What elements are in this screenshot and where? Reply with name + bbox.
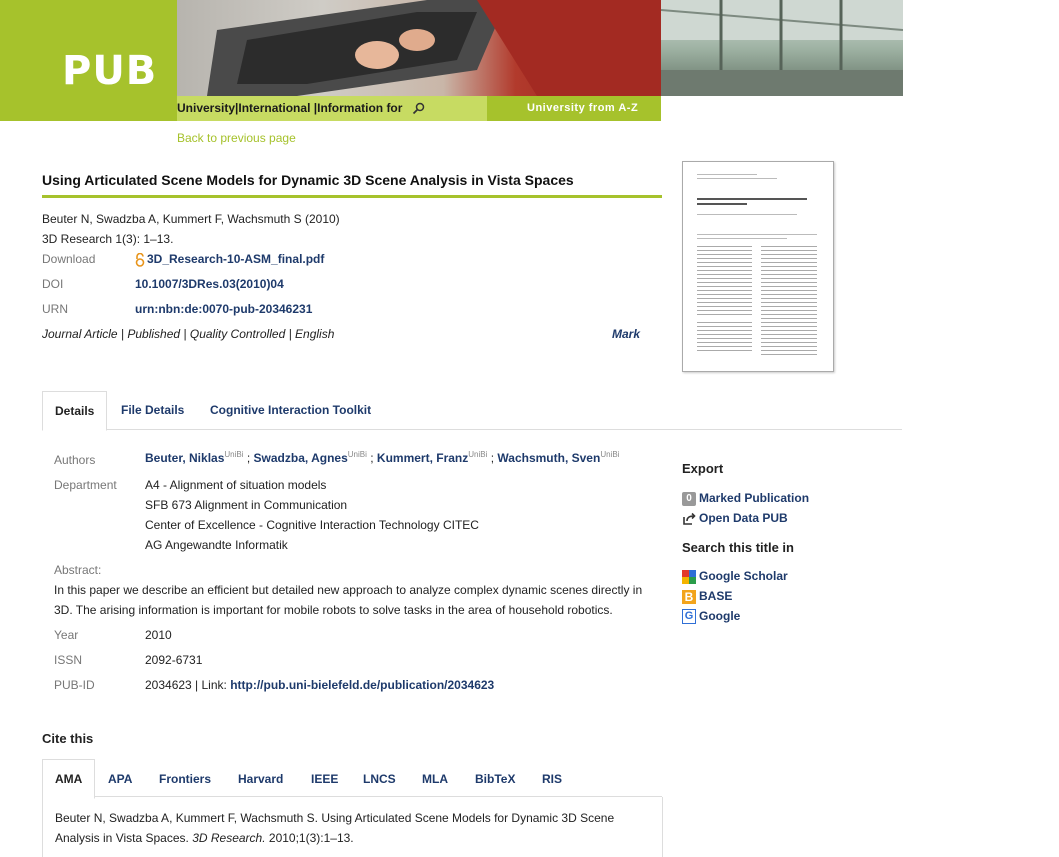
logo-text: PUB — [62, 48, 158, 94]
cite-tab-lncs[interactable]: LNCS — [363, 772, 396, 786]
publication-status: Journal Article | Published | Quality Co… — [42, 327, 335, 341]
urn-link[interactable]: urn:nbn:de:0070-pub-20346231 — [135, 302, 312, 316]
tab-details-label: Details — [55, 404, 95, 418]
back-link[interactable]: Back to previous page — [177, 131, 296, 145]
download-label: Download — [42, 252, 96, 266]
tab-file-details[interactable]: File Details — [121, 403, 184, 417]
pub-logo[interactable]: PUB — [0, 0, 177, 96]
cite-tab-frontiers[interactable]: Frontiers — [159, 772, 211, 786]
year-value: 2010 — [145, 628, 172, 642]
tab-cognitive-interaction-toolkit[interactable]: Cognitive Interaction Toolkit — [210, 403, 371, 417]
department-item: SFB 673 Alignment in Communication — [145, 498, 348, 512]
citation-short: Beuter N, Swadzba A, Kummert F, Wachsmut… — [42, 212, 340, 226]
pdf-thumbnail[interactable] — [682, 161, 834, 372]
nav-university[interactable]: University — [177, 96, 235, 121]
pubid-label: PUB-ID — [54, 678, 95, 692]
author-link[interactable]: Beuter, Niklas — [145, 451, 224, 465]
nav-university-a-z[interactable]: University from A-Z — [527, 96, 638, 121]
citation-text: Beuter N, Swadzba A, Kummert F, Wachsmut… — [55, 811, 615, 845]
issn-value: 2092-6731 — [145, 653, 203, 667]
abstract-label: Abstract: — [54, 563, 102, 577]
tabs-divider — [42, 429, 902, 430]
download-link[interactable]: 3D_Research-10-ASM_final.pdf — [135, 252, 324, 267]
page-title: Using Articulated Scene Models for Dynam… — [42, 172, 574, 188]
building-illustration — [661, 0, 903, 96]
department-label: Department — [54, 478, 117, 492]
laptop-illustration — [207, 0, 661, 96]
author-link[interactable]: Kummert, Franz — [377, 451, 468, 465]
mark-link[interactable]: Mark — [612, 327, 640, 341]
pubid-link[interactable]: http://pub.uni-bielefeld.de/publication/… — [230, 678, 494, 692]
open-data-pub-link[interactable]: Open Data PUB — [682, 511, 788, 526]
share-arrow-icon — [683, 512, 696, 525]
cite-tab-bibtex[interactable]: BibTeX — [475, 772, 515, 786]
department-item: A4 - Alignment of situation models — [145, 478, 327, 492]
cite-tab-apa[interactable]: APA — [108, 772, 132, 786]
nav-international[interactable]: International — [238, 96, 310, 121]
base-icon: B — [682, 589, 696, 604]
cite-tab-ieee[interactable]: IEEE — [311, 772, 338, 786]
cite-tab-mla[interactable]: MLA — [422, 772, 448, 786]
cite-tab-ris[interactable]: RIS — [542, 772, 562, 786]
search-icon[interactable] — [412, 102, 425, 115]
cite-heading: Cite this — [42, 731, 94, 746]
cite-tab-harvard[interactable]: Harvard — [238, 772, 283, 786]
author-link[interactable]: Wachsmuth, Sven — [497, 451, 600, 465]
doi-label: DOI — [42, 277, 64, 291]
search-heading: Search this title in — [682, 540, 794, 555]
department-item: Center of Excellence - Cognitive Interac… — [145, 518, 479, 532]
banner-image-laptop — [177, 0, 661, 96]
google-scholar-link[interactable]: Google Scholar — [682, 569, 788, 584]
export-heading: Export — [682, 461, 724, 476]
open-access-lock-icon — [135, 252, 145, 267]
journal-ref: 3D Research 1(3): 1–13. — [42, 232, 174, 246]
urn-label: URN — [42, 302, 68, 316]
base-link[interactable]: B BASE — [682, 589, 732, 604]
abstract-text: In this paper we describe an efficient b… — [54, 583, 643, 617]
authors-label: Authors — [54, 453, 96, 467]
issn-label: ISSN — [54, 653, 83, 667]
cite-tab-ama[interactable]: AMA — [42, 759, 95, 799]
marked-publication-link[interactable]: 0 Marked Publication — [682, 491, 809, 506]
department-item: AG Angewandte Informatik — [145, 538, 288, 552]
author-link[interactable]: Swadzba, Agnes — [254, 451, 348, 465]
banner-image-building — [661, 0, 903, 96]
google-link[interactable]: G Google — [682, 609, 740, 625]
google-scholar-icon — [682, 569, 696, 584]
year-label: Year — [54, 628, 79, 642]
marked-count-badge: 0 — [682, 491, 696, 506]
download-filename: 3D_Research-10-ASM_final.pdf — [147, 252, 325, 266]
tab-details[interactable]: Details — [42, 391, 107, 431]
nav-information-for[interactable]: Information for — [317, 96, 402, 121]
google-icon: G — [682, 609, 696, 625]
authors-list: Beuter, NiklasUniBi ; Swadzba, AgnesUniB… — [145, 450, 620, 465]
doi-link[interactable]: 10.1007/3DRes.03(2010)04 — [135, 277, 284, 291]
title-divider — [42, 195, 662, 198]
pubid-value: 2034623 | Link: http://pub.uni-bielefeld… — [145, 678, 495, 692]
main-nav: University| International | Information … — [177, 96, 487, 121]
